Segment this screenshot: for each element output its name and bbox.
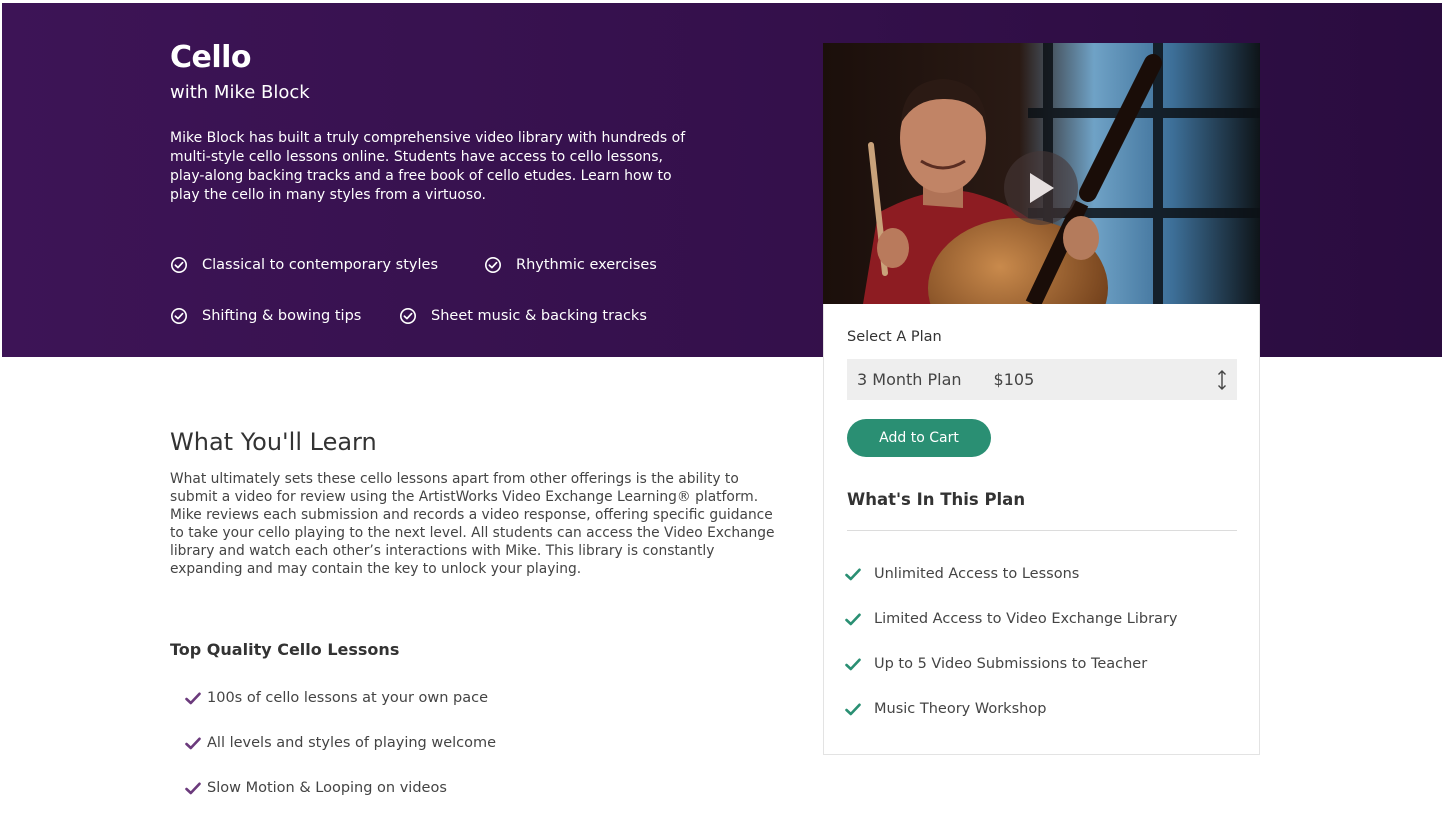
check-icon <box>845 703 861 715</box>
plan-feature-label: Limited Access to Video Exchange Library <box>874 611 1178 627</box>
quality-list-item: 100s of cello lessons at your own pace <box>185 690 488 706</box>
check-circle-icon <box>485 257 501 273</box>
check-icon <box>185 782 201 794</box>
plan-includes-heading: What's In This Plan <box>847 490 1026 509</box>
learn-description: What ultimately sets these cello lessons… <box>170 471 775 577</box>
plan-card: Select A Plan 3 Month Plan $105 Add to C… <box>823 304 1260 755</box>
plan-feature-item: Limited Access to Video Exchange Library <box>845 611 1178 627</box>
check-icon <box>845 658 861 670</box>
course-subtitle: with Mike Block <box>170 82 310 103</box>
plan-select[interactable]: 3 Month Plan $105 <box>847 359 1237 400</box>
check-circle-icon <box>171 257 187 273</box>
plan-feature-item: Up to 5 Video Submissions to Teacher <box>845 656 1147 672</box>
check-circle-icon <box>400 308 416 324</box>
plan-select-price: $105 <box>993 370 1035 389</box>
course-description: Mike Block has built a truly comprehensi… <box>170 130 686 203</box>
feature-item: Classical to contemporary styles <box>170 256 438 274</box>
feature-label: Rhythmic exercises <box>516 257 657 273</box>
feature-item: Shifting & bowing tips <box>170 307 361 325</box>
divider <box>847 530 1237 531</box>
quality-list-item: All levels and styles of playing welcome <box>185 735 496 751</box>
select-plan-label: Select A Plan <box>847 329 942 345</box>
plan-feature-label: Music Theory Workshop <box>874 701 1047 717</box>
quality-item-label: 100s of cello lessons at your own pace <box>207 690 489 706</box>
course-title: Cello <box>170 40 252 75</box>
course-video-player[interactable] <box>823 43 1260 304</box>
quality-item-label: Slow Motion & Looping on videos <box>207 780 447 796</box>
quality-list-item: Slow Motion & Looping on videos <box>185 780 447 796</box>
feature-label: Shifting & bowing tips <box>202 308 362 324</box>
learn-heading: What You'll Learn <box>170 428 377 456</box>
quality-item-label: All levels and styles of playing welcome <box>207 735 497 751</box>
add-to-cart-button[interactable]: Add to Cart <box>847 419 991 457</box>
sort-arrows-icon <box>1218 370 1226 390</box>
plan-feature-item: Music Theory Workshop <box>845 701 1046 717</box>
check-icon <box>185 692 201 704</box>
check-circle-icon <box>171 308 187 324</box>
play-icon <box>1030 173 1054 203</box>
plan-feature-item: Unlimited Access to Lessons <box>845 566 1079 582</box>
check-icon <box>845 568 861 580</box>
quality-heading: Top Quality Cello Lessons <box>170 640 400 659</box>
feature-label: Classical to contemporary styles <box>202 257 439 273</box>
plan-feature-label: Unlimited Access to Lessons <box>874 566 1080 582</box>
plan-select-name: 3 Month Plan <box>857 370 962 389</box>
feature-label: Sheet music & backing tracks <box>431 308 647 324</box>
plan-feature-label: Up to 5 Video Submissions to Teacher <box>874 656 1148 672</box>
check-icon <box>185 737 201 749</box>
feature-item: Sheet music & backing tracks <box>399 307 647 325</box>
check-icon <box>845 613 861 625</box>
play-button[interactable] <box>1004 151 1078 225</box>
feature-item: Rhythmic exercises <box>484 256 657 274</box>
